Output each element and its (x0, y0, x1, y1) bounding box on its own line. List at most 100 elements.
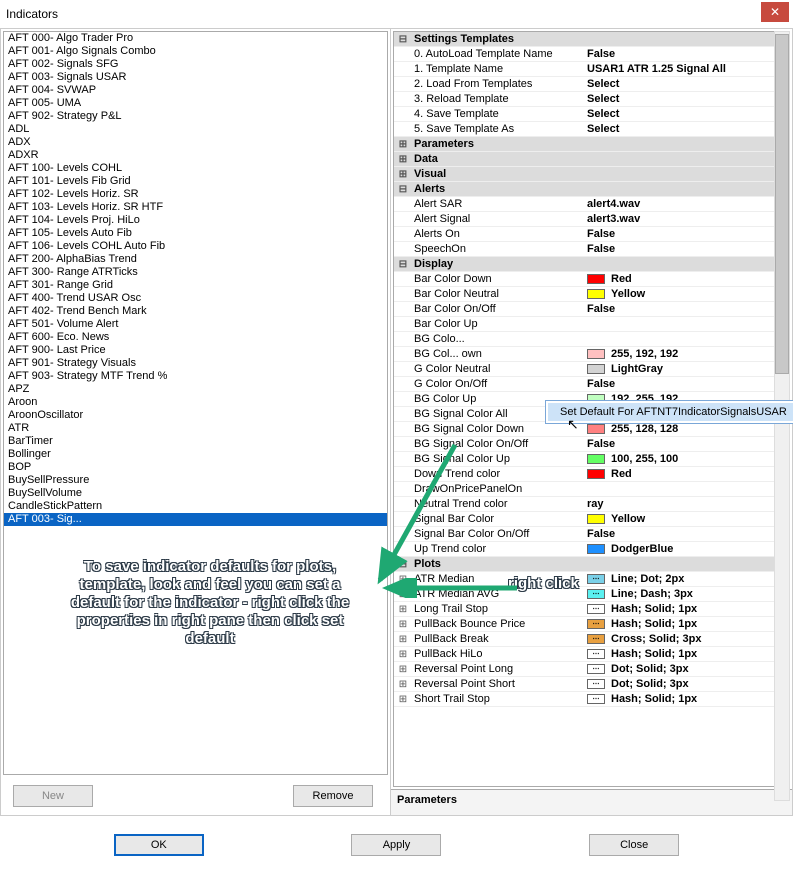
indicator-list[interactable]: AFT 000- Algo Trader ProAFT 001- Algo Si… (3, 31, 388, 775)
list-item[interactable]: AFT 100- Levels COHL (4, 162, 387, 175)
remove-button[interactable]: Remove (293, 785, 373, 807)
property-value[interactable]: ray (587, 498, 789, 510)
property-row[interactable]: 1. Template NameUSAR1 ATR 1.25 Signal Al… (394, 62, 789, 77)
property-value[interactable]: alert4.wav (587, 198, 789, 210)
property-value[interactable]: False (587, 528, 789, 540)
list-item[interactable]: AFT 104- Levels Proj. HiLo (4, 214, 387, 227)
expand-icon[interactable]: ⊞ (394, 677, 412, 692)
expand-icon[interactable]: ⊞ (394, 617, 412, 632)
property-value[interactable]: Yellow (587, 288, 789, 300)
expand-icon[interactable]: ⊟ (394, 32, 412, 47)
list-item[interactable]: ADXR (4, 149, 387, 162)
category-header[interactable]: ⊞Data (394, 152, 789, 167)
property-value[interactable]: USAR1 ATR 1.25 Signal All (587, 63, 789, 75)
property-value[interactable]: 255, 192, 192 (587, 348, 789, 360)
property-value[interactable]: ⋯Line; Dot; 2px (587, 573, 789, 585)
list-item[interactable]: AFT 901- Strategy Visuals (4, 357, 387, 370)
list-item[interactable]: ADX (4, 136, 387, 149)
list-item[interactable]: AFT 900- Last Price (4, 344, 387, 357)
list-item[interactable]: AFT 001- Algo Signals Combo (4, 45, 387, 58)
expand-icon[interactable]: ⊟ (394, 257, 412, 272)
property-row[interactable]: Neutral Trend colorray (394, 497, 789, 512)
plot-row[interactable]: ⊞Reversal Point Long⋯Dot; Solid; 3px (394, 662, 789, 677)
list-item[interactable]: AFT 105- Levels Auto Fib (4, 227, 387, 240)
property-value[interactable]: ⋯Hash; Solid; 1px (587, 648, 789, 660)
list-item[interactable]: AFT 903- Strategy MTF Trend % (4, 370, 387, 383)
property-value[interactable]: Yellow (587, 513, 789, 525)
expand-icon[interactable]: ⊞ (394, 692, 412, 707)
property-row[interactable]: 0. AutoLoad Template NameFalse (394, 47, 789, 62)
property-value[interactable]: False (587, 228, 789, 240)
property-row[interactable]: BG Colo... (394, 332, 789, 347)
list-item[interactable]: AFT 101- Levels Fib Grid (4, 175, 387, 188)
property-row[interactable]: Bar Color Up (394, 317, 789, 332)
expand-icon[interactable]: ⊞ (394, 572, 412, 587)
property-value[interactable]: alert3.wav (587, 213, 789, 225)
property-row[interactable]: G Color On/OffFalse (394, 377, 789, 392)
property-value[interactable]: ⋯Cross; Solid; 3px (587, 633, 789, 645)
plot-row[interactable]: ⊞PullBack Bounce Price⋯Hash; Solid; 1px (394, 617, 789, 632)
context-menu[interactable]: Set Default For AFTNT7IndicatorSignalsUS… (545, 400, 793, 424)
property-value[interactable]: 255, 128, 128 (587, 423, 789, 435)
property-value[interactable]: Red (587, 273, 789, 285)
property-row[interactable]: 5. Save Template AsSelect (394, 122, 789, 137)
list-item[interactable]: AFT 200- AlphaBias Trend (4, 253, 387, 266)
plot-row[interactable]: ⊞ATR Median AVG⋯Line; Dash; 3px (394, 587, 789, 602)
expand-icon[interactable]: ⊞ (394, 662, 412, 677)
list-item[interactable]: AFT 003- Signals USAR (4, 71, 387, 84)
context-menu-item-set-default[interactable]: Set Default For AFTNT7IndicatorSignalsUS… (548, 403, 793, 421)
plot-row[interactable]: ⊞Reversal Point Short⋯Dot; Solid; 3px (394, 677, 789, 692)
property-row[interactable]: Alert SARalert4.wav (394, 197, 789, 212)
property-value[interactable]: False (587, 243, 789, 255)
ok-button[interactable]: OK (114, 834, 204, 856)
list-item[interactable]: AFT 301- Range Grid (4, 279, 387, 292)
category-header[interactable]: ⊟Settings Templates (394, 32, 789, 47)
plot-row[interactable]: ⊞PullBack HiLo⋯Hash; Solid; 1px (394, 647, 789, 662)
list-item[interactable]: AFT 004- SVWAP (4, 84, 387, 97)
list-item[interactable]: Aroon (4, 396, 387, 409)
property-value[interactable]: False (587, 378, 789, 390)
property-row[interactable]: BG Col... own255, 192, 192 (394, 347, 789, 362)
plot-row[interactable]: ⊞PullBack Break⋯Cross; Solid; 3px (394, 632, 789, 647)
list-item[interactable]: AFT 000- Algo Trader Pro (4, 32, 387, 45)
property-value[interactable]: ⋯Hash; Solid; 1px (587, 618, 789, 630)
category-header[interactable]: ⊟Alerts (394, 182, 789, 197)
plot-row[interactable]: ⊞ATR Median⋯Line; Dot; 2px (394, 572, 789, 587)
list-item[interactable]: AFT 103- Levels Horiz. SR HTF (4, 201, 387, 214)
list-item[interactable]: BarTimer (4, 435, 387, 448)
close-button[interactable]: Close (589, 834, 679, 856)
plot-row[interactable]: ⊞Long Trail Stop⋯Hash; Solid; 1px (394, 602, 789, 617)
property-value[interactable]: ⋯Hash; Solid; 1px (587, 693, 789, 705)
property-value[interactable]: ⋯Dot; Solid; 3px (587, 678, 789, 690)
list-item[interactable]: AFT 402- Trend Bench Mark (4, 305, 387, 318)
property-row[interactable]: BG Signal Color Down255, 128, 128 (394, 422, 789, 437)
property-row[interactable]: SpeechOnFalse (394, 242, 789, 257)
property-value[interactable]: Select (587, 93, 789, 105)
property-row[interactable]: DrawOnPricePanelOn (394, 482, 789, 497)
list-item-selected[interactable]: AFT 003- Sig... (4, 513, 387, 526)
expand-icon[interactable]: ⊞ (394, 632, 412, 647)
list-item[interactable]: BuySellVolume (4, 487, 387, 500)
property-row[interactable]: 4. Save TemplateSelect (394, 107, 789, 122)
close-window-button[interactable]: ✕ (761, 2, 789, 22)
property-row[interactable]: G Color NeutralLightGray (394, 362, 789, 377)
plot-row[interactable]: ⊞Short Trail Stop⋯Hash; Solid; 1px (394, 692, 789, 707)
property-row[interactable]: Bar Color NeutralYellow (394, 287, 789, 302)
property-value[interactable]: Select (587, 123, 789, 135)
list-item[interactable]: BuySellPressure (4, 474, 387, 487)
property-row[interactable]: BG Signal Color On/OffFalse (394, 437, 789, 452)
property-row[interactable]: Alert Signalalert3.wav (394, 212, 789, 227)
property-value[interactable]: 100, 255, 100 (587, 453, 789, 465)
property-value[interactable]: LightGray (587, 363, 789, 375)
expand-icon[interactable]: ⊟ (394, 182, 412, 197)
expand-icon[interactable]: ⊞ (394, 152, 412, 167)
expand-icon[interactable]: ⊞ (394, 602, 412, 617)
property-row[interactable]: Signal Bar Color On/OffFalse (394, 527, 789, 542)
list-item[interactable]: AFT 106- Levels COHL Auto Fib (4, 240, 387, 253)
scrollbar-thumb[interactable] (775, 34, 789, 374)
list-item[interactable]: ADL (4, 123, 387, 136)
expand-icon[interactable]: ⊞ (394, 647, 412, 662)
property-row[interactable]: Signal Bar ColorYellow (394, 512, 789, 527)
list-item[interactable]: AFT 005- UMA (4, 97, 387, 110)
list-item[interactable]: ATR (4, 422, 387, 435)
